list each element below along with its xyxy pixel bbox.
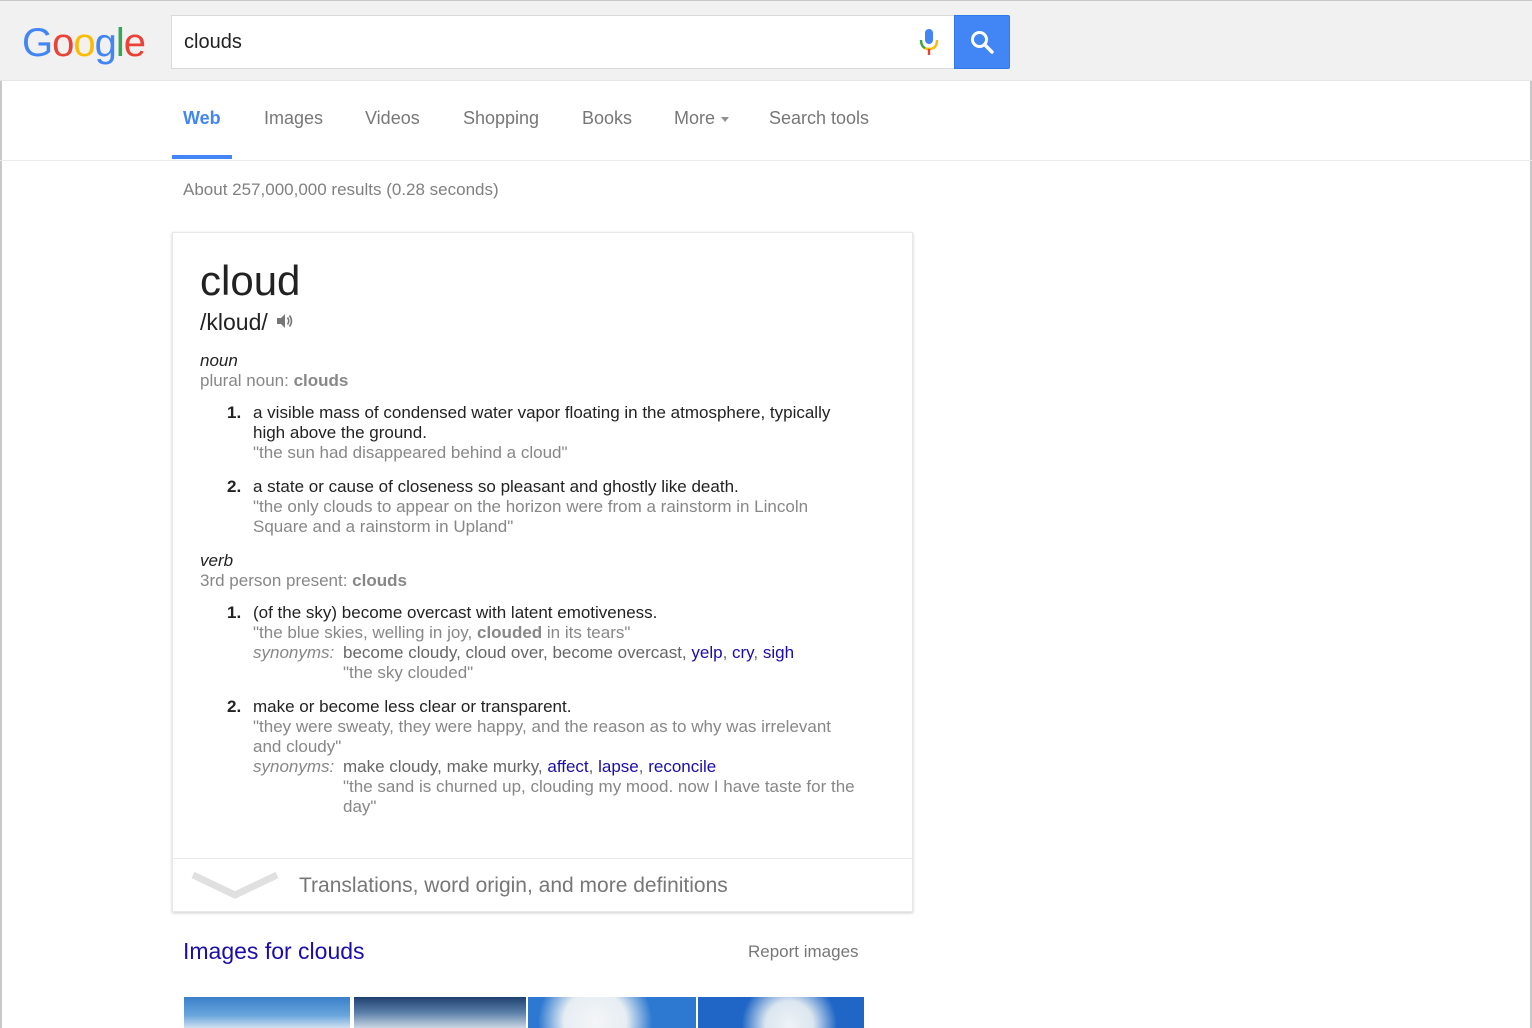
google-logo[interactable]: Google — [22, 21, 146, 65]
logo-letter: l — [115, 21, 125, 65]
synonym-link[interactable]: cry — [732, 643, 753, 662]
headword: cloud — [200, 257, 301, 304]
pos-verb: verb — [200, 551, 234, 570]
synonym-example: day" — [343, 797, 377, 816]
search-button[interactable] — [954, 15, 1010, 69]
tab-shopping[interactable]: Shopping — [463, 108, 539, 129]
tab-books[interactable]: Books — [582, 108, 632, 129]
gram-noun-prefix: plural noun: — [200, 371, 294, 390]
search-input[interactable] — [184, 28, 904, 56]
example-part: in its tears" — [542, 623, 631, 642]
synonym-example: "the sky clouded" — [343, 663, 474, 682]
speaker-icon[interactable] — [274, 310, 294, 337]
logo-letter: o — [73, 21, 95, 65]
sense-number: 1. — [227, 603, 242, 622]
tab-search-tools[interactable]: Search tools — [769, 108, 869, 129]
result-stats: About 257,000,000 results (0.28 seconds) — [183, 180, 499, 199]
example-part: "the blue skies, welling in joy, — [253, 623, 477, 642]
synonym-link[interactable]: sigh — [763, 643, 794, 662]
sense-example: and cloudy" — [253, 737, 342, 756]
synonyms-row: synonyms: make cloudy, make murky, affec… — [253, 757, 887, 817]
verb-sense-2: 2. make or become less clear or transpar… — [227, 697, 887, 817]
sense-text: make or become less clear or transparent… — [253, 697, 572, 716]
synonyms-plain: make cloudy, make murky, — [343, 757, 548, 776]
sense-example: "the only clouds to appear on the horizo… — [253, 497, 809, 516]
synonyms-plain: become cloudy, cloud over, become overca… — [343, 643, 692, 662]
synonym-link[interactable]: affect — [547, 757, 588, 776]
dictionary-card: cloud /kloud/ noun plural noun: clouds 1… — [172, 232, 913, 912]
sense-text: (of the sky) become overcast with latent… — [253, 603, 658, 622]
tab-more-label: More — [674, 108, 716, 128]
sense-example: "the blue skies, welling in joy, clouded… — [253, 623, 887, 643]
report-images-link[interactable]: Report images — [748, 942, 859, 962]
sense-text: a state or cause of closeness so pleasan… — [253, 477, 739, 496]
phonetic: /kloud/ — [200, 309, 294, 337]
verb-sense-1: 1. (of the sky) become overcast with lat… — [227, 603, 887, 683]
search-header: Google — [0, 0, 1532, 81]
sense-number: 1. — [227, 403, 242, 422]
more-definitions-label: Translations, word origin, and more defi… — [299, 874, 728, 897]
logo-letter: o — [52, 21, 74, 65]
gram-noun: plural noun: clouds — [200, 371, 348, 391]
image-thumbnail[interactable] — [354, 997, 526, 1028]
logo-letter: G — [22, 21, 53, 65]
sense-number: 2. — [227, 477, 242, 496]
image-thumbnail[interactable] — [698, 997, 864, 1028]
image-thumbnail[interactable] — [184, 997, 350, 1028]
synonyms-label: synonyms: — [253, 757, 335, 776]
phonetic-text: /kloud/ — [200, 309, 268, 335]
pos-noun: noun — [200, 351, 238, 370]
images-section-title[interactable]: Images for clouds — [183, 938, 365, 965]
caret-down-icon — [721, 116, 730, 122]
active-tab-indicator — [172, 155, 232, 159]
sense-example: Square and a rainstorm in Upland" — [253, 517, 514, 536]
logo-letter: g — [94, 21, 117, 65]
tab-more[interactable]: More — [674, 108, 730, 129]
sense-example: "the sun had disappeared behind a cloud" — [253, 443, 568, 462]
synonyms-label: synonyms: — [253, 643, 335, 662]
chevron-down-icon — [191, 871, 279, 899]
synonym-link[interactable]: lapse — [598, 757, 639, 776]
synonym-example: "the sand is churned up, clouding my moo… — [343, 777, 855, 796]
tab-web[interactable]: Web — [183, 108, 221, 129]
synonyms-row: synonyms: become cloudy, cloud over, bec… — [253, 643, 887, 683]
gram-verb-value: clouds — [352, 571, 407, 590]
example-highlight: clouded — [477, 623, 543, 642]
synonym-link[interactable]: yelp — [691, 643, 722, 662]
image-thumbnail[interactable] — [528, 997, 696, 1028]
gram-verb-prefix: 3rd person present: — [200, 571, 353, 590]
search-box[interactable] — [171, 15, 955, 69]
noun-sense-1: 1. a visible mass of condensed water vap… — [227, 403, 887, 463]
tab-videos[interactable]: Videos — [365, 108, 420, 129]
microphone-icon[interactable] — [918, 27, 940, 59]
tab-images[interactable]: Images — [264, 108, 323, 129]
magnifier-icon — [971, 31, 994, 54]
logo-letter: e — [123, 21, 146, 65]
gram-verb: 3rd person present: clouds — [200, 571, 407, 591]
noun-sense-2: 2. a state or cause of closeness so plea… — [227, 477, 887, 537]
sense-text: high above the ground. — [253, 423, 427, 442]
sense-example: "they were sweaty, they were happy, and … — [253, 717, 832, 736]
gram-noun-value: clouds — [293, 371, 349, 390]
more-definitions-toggle[interactable]: Translations, word origin, and more defi… — [173, 858, 912, 912]
search-tabs: Web Images Videos Shopping Books More Se… — [0, 82, 1532, 161]
synonym-link[interactable]: reconcile — [648, 757, 716, 776]
sense-number: 2. — [227, 697, 242, 716]
sense-text: a visible mass of condensed water vapor … — [253, 403, 831, 422]
